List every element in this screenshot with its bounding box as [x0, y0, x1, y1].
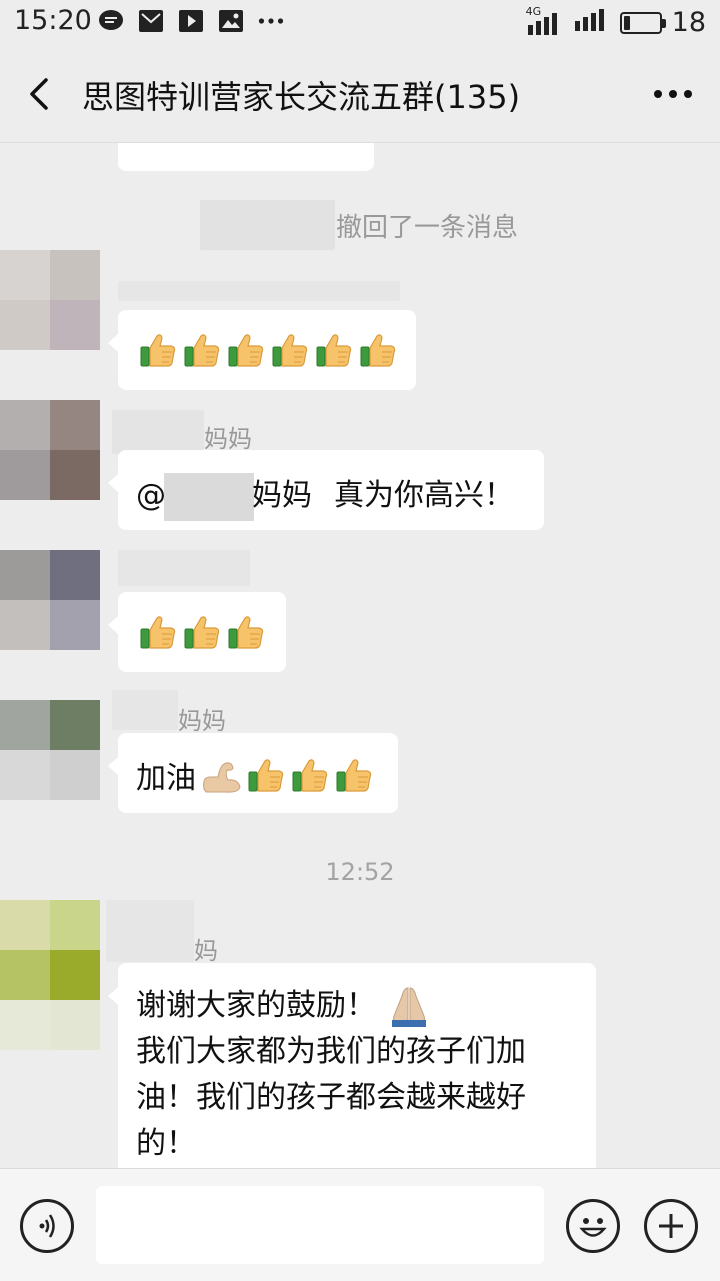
message-text-line: 油！我们的孩子都会越来越好	[136, 1080, 526, 1115]
plus-icon	[659, 1214, 683, 1238]
signal-icon	[574, 5, 610, 40]
thumbs-up-icon	[182, 612, 222, 652]
thumbs-up-icon	[138, 330, 178, 370]
thumbs-up-icon	[358, 330, 398, 370]
redacted-name	[112, 690, 178, 730]
avatar[interactable]	[0, 700, 100, 800]
chat-header: 思图特训营家长交流五群(135)	[0, 44, 720, 143]
redacted-name	[118, 550, 250, 586]
back-button[interactable]	[18, 72, 62, 116]
smiley-icon	[579, 1218, 607, 1237]
more-actions-button[interactable]	[644, 1199, 698, 1253]
flexed-biceps-icon	[200, 755, 242, 795]
chat-bubble-icon	[98, 8, 124, 34]
sender-name: 妈	[194, 937, 218, 965]
video-play-icon	[178, 8, 204, 34]
thumbs-up-icon	[246, 755, 286, 795]
thumbs-up-icon	[226, 330, 266, 370]
avatar-overflow	[0, 1000, 100, 1050]
avatar[interactable]	[0, 400, 100, 500]
redacted-name	[112, 410, 204, 454]
thumbs-up-icon	[182, 330, 222, 370]
avatar[interactable]	[0, 900, 100, 1000]
more-notifications-icon	[258, 8, 284, 34]
message-bubble[interactable]	[118, 143, 374, 171]
status-time: 15:20	[14, 5, 92, 36]
redacted-name	[118, 281, 400, 301]
message-input[interactable]	[96, 1186, 544, 1264]
time-separator: 12:52	[325, 858, 395, 886]
message-text-line: 的！	[136, 1126, 196, 1161]
avatar[interactable]	[0, 550, 100, 650]
thumbs-up-icon	[270, 330, 310, 370]
chat-messages[interactable]: 撤回了一条消息 妈妈 @ 妈妈 真为你高兴！ 妈妈 加油 12:52 妈 谢谢大…	[0, 143, 720, 1168]
thumbs-up-icon	[226, 612, 266, 652]
mail-icon	[138, 8, 164, 34]
message-bubble[interactable]	[108, 310, 416, 390]
message-bubble[interactable]: 加油	[108, 733, 398, 813]
thumbs-up-icon	[138, 612, 178, 652]
signal-4g-icon: 4G	[526, 5, 564, 37]
notification-icons	[98, 8, 284, 34]
battery-level: 18	[671, 7, 706, 38]
voice-input-button[interactable]	[20, 1199, 74, 1253]
avatar[interactable]	[0, 250, 100, 350]
redacted-name	[106, 900, 194, 962]
mention-at: @	[136, 478, 166, 513]
more-button[interactable]	[648, 74, 698, 114]
message-text-line: 谢谢大家的鼓励！	[136, 988, 376, 1023]
status-bar: 15:20 4G 18	[0, 0, 720, 44]
message-bubble[interactable]: 谢谢大家的鼓励！ 我们大家都为我们的孩子们加 油！我们的孩子都会越来越好 的！	[108, 963, 596, 1168]
redacted-name	[200, 200, 335, 250]
voice-icon	[39, 1214, 55, 1238]
recall-notice: 撤回了一条消息	[336, 213, 519, 243]
thumbs-up-icon	[290, 755, 330, 795]
emoji-button[interactable]	[566, 1199, 620, 1253]
message-text: 加油	[136, 761, 196, 796]
mention-name: 妈妈	[252, 478, 312, 513]
battery-icon	[619, 11, 666, 34]
thumbs-up-icon	[334, 755, 374, 795]
message-text-line: 我们大家都为我们的孩子们加	[136, 1034, 526, 1069]
chevron-left-icon	[30, 78, 48, 110]
folded-hands-icon	[386, 984, 432, 1028]
message-text: 真为你高兴！	[334, 478, 514, 513]
chat-title: 思图特训营家长交流五群(135)	[82, 78, 521, 116]
redacted-name	[164, 472, 254, 521]
thumbs-up-icon	[314, 330, 354, 370]
message-bubble[interactable]: @ 妈妈 真为你高兴！	[108, 450, 544, 530]
battery-fill	[623, 15, 630, 30]
sender-name: 妈妈	[204, 425, 252, 453]
image-icon	[218, 8, 244, 34]
sender-name: 妈妈	[178, 707, 226, 735]
message-bubble[interactable]	[108, 592, 286, 672]
input-bar	[0, 1168, 720, 1281]
more-dots-icon	[654, 90, 692, 98]
status-right: 4G 18	[526, 5, 706, 40]
